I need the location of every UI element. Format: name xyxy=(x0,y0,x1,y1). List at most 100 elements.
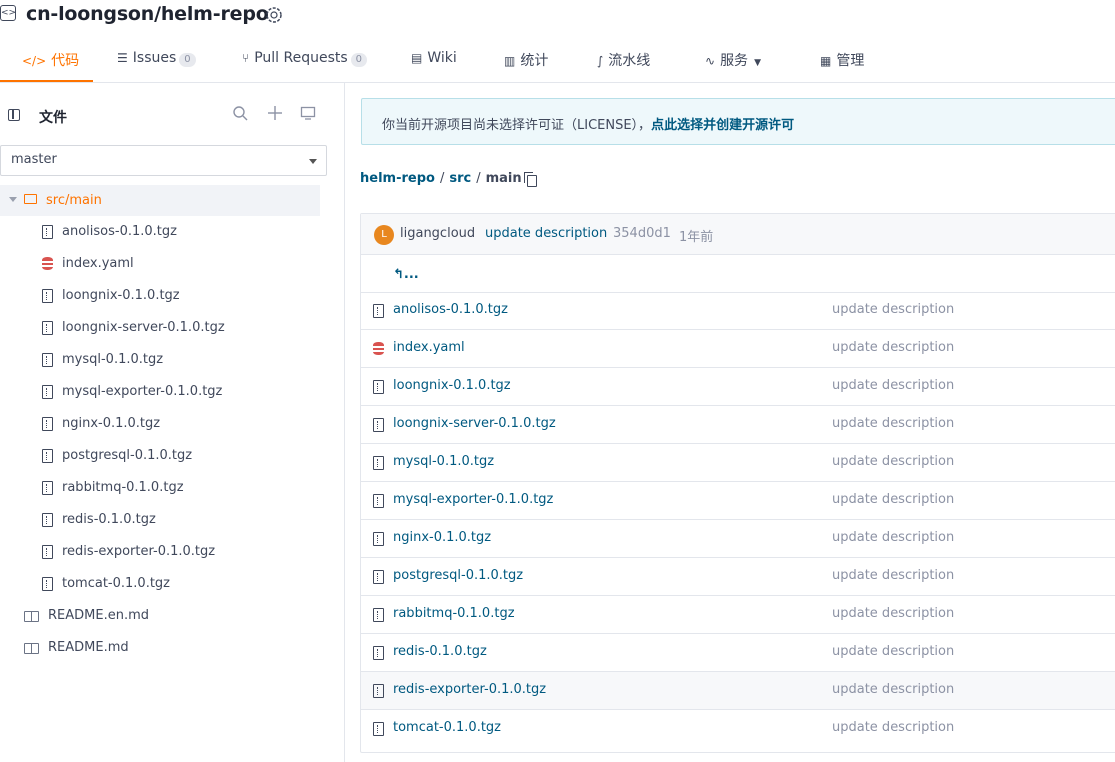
tree-file[interactable]: tomcat-0.1.0.tgz xyxy=(0,569,300,601)
file-commit-message[interactable]: update description xyxy=(832,606,954,621)
file-name-link[interactable]: tomcat-0.1.0.tgz xyxy=(393,720,501,735)
archive-file-icon xyxy=(42,385,53,399)
archive-file-icon xyxy=(42,353,53,367)
tab-stats[interactable]: ▥ 统计 xyxy=(504,50,548,82)
commit-sha[interactable]: 354d0d1 xyxy=(613,226,671,241)
sidebar-toggle-icon[interactable] xyxy=(8,109,20,121)
archive-file-icon xyxy=(373,456,384,470)
commit-message[interactable]: update description xyxy=(485,226,607,241)
database-icon xyxy=(373,342,384,355)
file-name-link[interactable]: redis-exporter-0.1.0.tgz xyxy=(393,682,546,697)
file-name-link[interactable]: index.yaml xyxy=(393,340,465,355)
tab-wiki[interactable]: ▤ Wiki xyxy=(411,50,457,82)
file-commit-message[interactable]: update description xyxy=(832,302,954,317)
tab-admin[interactable]: ▦ 管理 xyxy=(820,50,864,82)
file-commit-message[interactable]: update description xyxy=(832,568,954,583)
table-row[interactable]: index.yaml update description xyxy=(361,330,1115,368)
plus-icon[interactable] xyxy=(267,105,283,121)
tree-file[interactable]: rabbitmq-0.1.0.tgz xyxy=(0,473,300,505)
file-name-link[interactable]: loongnix-0.1.0.tgz xyxy=(393,378,511,393)
file-commit-message[interactable]: update description xyxy=(832,454,954,469)
file-name-link[interactable]: anolisos-0.1.0.tgz xyxy=(393,302,508,317)
tree-file-label: mysql-0.1.0.tgz xyxy=(62,352,164,367)
tree-file[interactable]: mysql-exporter-0.1.0.tgz xyxy=(0,377,300,409)
breadcrumb: helm-repo / src / main xyxy=(360,171,522,186)
copy-icon[interactable] xyxy=(524,172,537,187)
file-name-link[interactable]: nginx-0.1.0.tgz xyxy=(393,530,491,545)
table-row[interactable]: rabbitmq-0.1.0.tgz update description xyxy=(361,596,1115,634)
file-name-link[interactable]: mysql-exporter-0.1.0.tgz xyxy=(393,492,553,507)
tab-pipeline[interactable]: ∫ 流水线 xyxy=(597,50,650,82)
file-commit-message[interactable]: update description xyxy=(832,530,954,545)
parent-directory-row[interactable]: ↰... xyxy=(361,254,1115,293)
sidebar-header: 文件 xyxy=(0,83,344,143)
file-commit-message[interactable]: update description xyxy=(832,416,954,431)
table-row[interactable]: anolisos-0.1.0.tgz update description xyxy=(361,292,1115,330)
caret-down-icon[interactable] xyxy=(9,197,17,202)
table-row-hovered[interactable]: redis-exporter-0.1.0.tgz update descripti… xyxy=(361,672,1115,710)
notice-message: 你当前开源项目尚未选择许可证（LICENSE）， xyxy=(382,118,652,133)
repo-title[interactable]: cn-loongson/helm-repo xyxy=(26,3,269,25)
breadcrumb-dir[interactable]: src xyxy=(449,171,471,186)
avatar[interactable]: L xyxy=(374,225,394,245)
tree-file[interactable]: README.md xyxy=(0,633,300,665)
archive-file-icon xyxy=(373,608,384,622)
create-license-link[interactable]: 点此选择并创建开源许可 xyxy=(651,118,794,133)
tree-file[interactable]: loongnix-server-0.1.0.tgz xyxy=(0,313,300,345)
tab-issues[interactable]: ☰ Issues 0 xyxy=(117,50,196,82)
tab-code[interactable]: </> 代码 xyxy=(22,50,79,82)
file-name-link[interactable]: loongnix-server-0.1.0.tgz xyxy=(393,416,556,431)
archive-file-icon xyxy=(373,684,384,698)
tree-folder-src-main[interactable]: src/main xyxy=(0,185,320,216)
tree-file-label: mysql-exporter-0.1.0.tgz xyxy=(62,384,223,399)
table-row[interactable]: mysql-0.1.0.tgz update description xyxy=(361,444,1115,482)
monitor-icon[interactable] xyxy=(300,105,316,121)
tree-file[interactable]: nginx-0.1.0.tgz xyxy=(0,409,300,441)
tab-pull-requests[interactable]: ⑂ Pull Requests 0 xyxy=(242,50,368,82)
pull-request-icon: ⑂ xyxy=(242,51,250,65)
file-commit-message[interactable]: update description xyxy=(832,340,954,355)
search-icon[interactable] xyxy=(232,105,248,121)
file-name-link[interactable]: mysql-0.1.0.tgz xyxy=(393,454,494,469)
tree-file[interactable]: README.en.md xyxy=(0,601,300,633)
tree-file[interactable]: index.yaml xyxy=(0,249,300,281)
archive-file-icon xyxy=(373,304,384,318)
tree-file[interactable]: loongnix-0.1.0.tgz xyxy=(0,281,300,313)
file-commit-message[interactable]: update description xyxy=(832,644,954,659)
tab-label: Pull Requests xyxy=(254,50,348,66)
tree-file[interactable]: redis-0.1.0.tgz xyxy=(0,505,300,537)
file-name-link[interactable]: postgresql-0.1.0.tgz xyxy=(393,568,523,583)
branch-value: master xyxy=(11,152,57,167)
table-row[interactable]: loongnix-0.1.0.tgz update description xyxy=(361,368,1115,406)
file-name-link[interactable]: rabbitmq-0.1.0.tgz xyxy=(393,606,515,621)
commit-time: 1年前 xyxy=(679,230,714,245)
database-icon xyxy=(42,257,53,270)
archive-file-icon xyxy=(42,513,53,527)
table-row[interactable]: postgresql-0.1.0.tgz update description xyxy=(361,558,1115,596)
tree-file[interactable]: mysql-0.1.0.tgz xyxy=(0,345,300,377)
breadcrumb-repo[interactable]: helm-repo xyxy=(360,171,435,186)
readme-icon xyxy=(24,643,39,654)
chart-icon: ▥ xyxy=(504,54,516,68)
table-row[interactable]: nginx-0.1.0.tgz update description xyxy=(361,520,1115,558)
table-row[interactable]: loongnix-server-0.1.0.tgz update descript… xyxy=(361,406,1115,444)
commit-author[interactable]: ligangcloud xyxy=(400,226,475,241)
tree-file[interactable]: anolisos-0.1.0.tgz xyxy=(0,217,300,249)
back-arrow-icon: ↰... xyxy=(393,267,419,282)
file-commit-message[interactable]: update description xyxy=(832,378,954,393)
table-row[interactable]: tomcat-0.1.0.tgz update description xyxy=(361,710,1115,748)
tab-label: Issues xyxy=(132,50,177,66)
badge-icon[interactable] xyxy=(264,5,284,25)
file-name-link[interactable]: redis-0.1.0.tgz xyxy=(393,644,487,659)
table-row[interactable]: redis-0.1.0.tgz update description xyxy=(361,634,1115,672)
tree-file[interactable]: postgresql-0.1.0.tgz xyxy=(0,441,300,473)
tree-file[interactable]: redis-exporter-0.1.0.tgz xyxy=(0,537,300,569)
branch-select[interactable]: master xyxy=(0,145,327,176)
file-commit-message[interactable]: update description xyxy=(832,720,954,735)
table-row[interactable]: mysql-exporter-0.1.0.tgz update descripti… xyxy=(361,482,1115,520)
parent-dir-label: ... xyxy=(403,267,419,282)
file-commit-message[interactable]: update description xyxy=(832,492,954,507)
tab-services[interactable]: ∿ 服务 ▼ xyxy=(705,50,761,82)
file-commit-message[interactable]: update description xyxy=(832,682,954,697)
active-tab-indicator xyxy=(0,80,93,82)
